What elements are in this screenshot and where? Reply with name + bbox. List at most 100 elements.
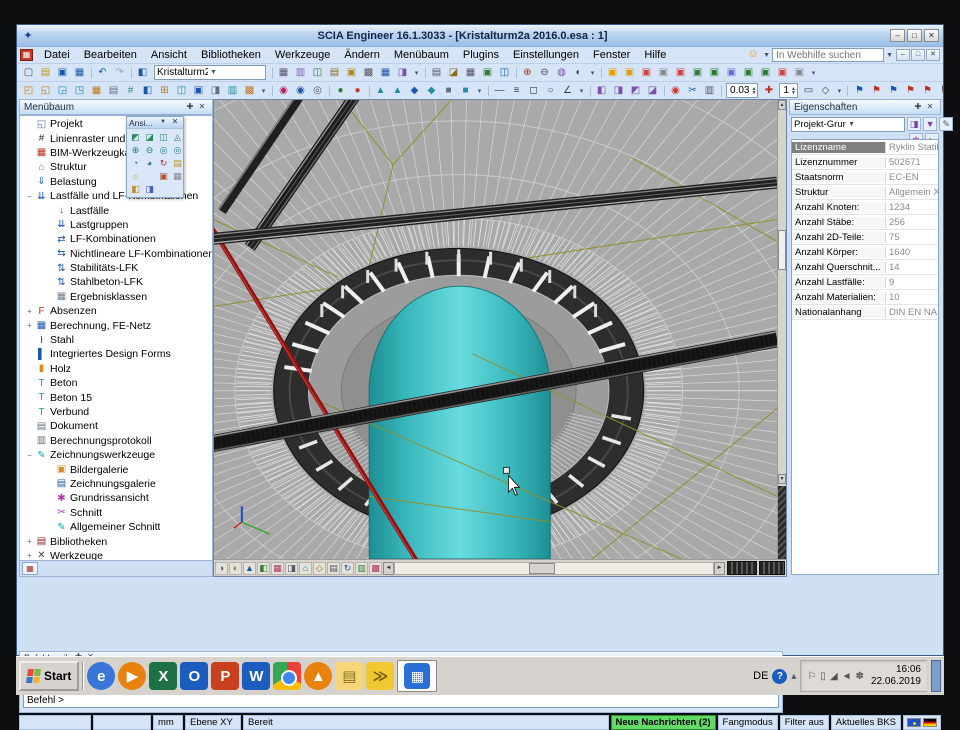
layer-toggle-icon[interactable]: ▣ (604, 65, 621, 81)
tree-expander[interactable]: + (24, 551, 35, 560)
property-value[interactable]: 10 (886, 292, 938, 303)
load-panel-icon[interactable]: ▩ (241, 83, 258, 99)
export-icon[interactable]: ◫ (496, 65, 513, 81)
property-value[interactable]: 75 (886, 232, 938, 243)
language-indicator[interactable]: DE (753, 670, 768, 682)
zoom-window-icon[interactable]: ◎ (157, 144, 170, 156)
ucs-move-icon[interactable]: ◨ (610, 83, 627, 99)
zoom-out-icon[interactable]: ⊖ (143, 144, 156, 156)
loadcase-flag-icon[interactable]: ⚑ (868, 83, 885, 99)
toolbar-icon[interactable] (718, 83, 724, 99)
property-row[interactable]: Nationalanhang DIN EN NA (Deutschland) (792, 305, 938, 320)
print-icon[interactable]: ▤ (428, 65, 445, 81)
pan-view-icon[interactable]: ▤ (171, 157, 184, 169)
project-data-icon[interactable]: ▦ (275, 65, 292, 81)
menu-item[interactable]: Fenster (586, 48, 637, 62)
redo-icon[interactable]: ↷ (111, 65, 128, 81)
numbering-icon[interactable]: ▤ (327, 562, 340, 575)
column-tool-icon[interactable]: ◲ (54, 83, 71, 99)
overflow-icon[interactable]: ▾ (834, 83, 845, 99)
restore-button[interactable]: □ (907, 29, 922, 42)
tree-item[interactable]: ✎ Allgemeiner Schnitt (20, 520, 212, 534)
labels-icon[interactable]: ◇ (313, 562, 326, 575)
zoom-in-icon[interactable]: ⊕ (129, 144, 142, 156)
tree-item[interactable]: ▤ Dokument (20, 419, 212, 433)
excel-icon[interactable]: X (149, 662, 177, 690)
select-workplane-icon[interactable]: ◆ (423, 83, 440, 99)
property-value[interactable]: 14 (886, 262, 938, 273)
view-axo-icon[interactable]: ◬ (171, 131, 184, 143)
support-toggle-icon[interactable]: ▣ (723, 65, 740, 81)
node-tool-icon[interactable]: ◰ (20, 83, 37, 99)
filter-layers-icon[interactable]: ◨ (907, 117, 921, 131)
mdi-document-icon[interactable]: ▦ (20, 49, 33, 61)
property-value[interactable]: Ryklin Statik (886, 142, 938, 153)
menu-item[interactable]: Ändern (337, 48, 386, 62)
tree-item[interactable]: + ✕ Werkzeuge (20, 549, 212, 561)
action-center-icon[interactable]: ✽ (856, 671, 864, 682)
circle-tool-icon[interactable]: ○ (542, 83, 559, 99)
select-poly-icon[interactable]: ◆ (406, 83, 423, 99)
zoom-previous-icon[interactable]: ◕ (143, 157, 156, 169)
chrome-icon[interactable] (273, 662, 301, 690)
floating-toolbar-header[interactable]: Ansi... ▼ ✕ (127, 117, 183, 129)
3d-scene[interactable] (214, 100, 777, 559)
scrollbar-thumb[interactable] (529, 563, 555, 574)
clean-icon[interactable]: ◐ (570, 65, 587, 81)
tray-expand-icon[interactable]: ▴ (791, 671, 796, 682)
close-icon[interactable]: ✕ (196, 102, 208, 113)
menu-item[interactable]: Plugins (456, 48, 506, 62)
undo-icon[interactable]: ↶ (94, 65, 111, 81)
menu-item[interactable]: Ansicht (144, 48, 194, 62)
tree-item[interactable]: ⇊ Lastgruppen (20, 218, 212, 232)
member-recognition-icon[interactable]: ◎ (309, 83, 326, 99)
mesh-toggle-icon[interactable]: ▣ (706, 65, 723, 81)
overflow-icon[interactable]: ▾ (474, 83, 485, 99)
internet-explorer-icon[interactable]: e (87, 662, 115, 690)
mesh-toggle-icon[interactable]: ▣ (689, 65, 706, 81)
copy-icon[interactable]: ▤ (326, 65, 343, 81)
property-value[interactable]: EC-EN (886, 172, 938, 183)
save-file-icon[interactable]: ▣ (54, 65, 71, 81)
beam-tool-icon[interactable]: ◱ (37, 83, 54, 99)
scroll-up-icon[interactable]: ▲ (778, 100, 786, 110)
tree-tab-icon[interactable]: ▦ (22, 562, 38, 575)
print-view-icon[interactable]: ▥ (355, 562, 368, 575)
perspective-icon[interactable]: ◧ (257, 562, 270, 575)
hinge-tool-icon[interactable]: ▥ (224, 83, 241, 99)
axonometric-icon[interactable]: ▦ (271, 562, 284, 575)
cut-tool-icon[interactable]: ✂ (684, 83, 701, 99)
property-row[interactable]: Anzahl Materialien: 10 (792, 290, 938, 305)
tree-item[interactable]: ⇆ Nichtlineare LF-Kombinationen (20, 247, 212, 261)
member-toggle-icon[interactable]: ▣ (672, 65, 689, 81)
clock[interactable]: 16:06 22.06.2019 (867, 664, 921, 688)
scale-spinner[interactable]: 0.03 ▲▼ (726, 83, 758, 98)
tree-item[interactable]: ▮ Holz (20, 362, 212, 376)
property-value[interactable]: 9 (886, 277, 938, 288)
grid-tool-icon[interactable]: # (122, 83, 139, 99)
tree-item[interactable]: ▌ Integriertes Design Forms (20, 347, 212, 361)
view-x-icon[interactable]: ◩ (129, 131, 142, 143)
menu-tree-header[interactable]: Menübaum ✚ ✕ (19, 99, 213, 115)
scroll-down-icon[interactable]: ▼ (778, 474, 786, 484)
layer-filter-icon[interactable]: ▭ (800, 83, 817, 99)
tree-item[interactable]: T Beton 15 (20, 390, 212, 404)
scia-launcher-icon[interactable]: ≫ (366, 662, 394, 690)
new-file-icon[interactable]: ▢ (20, 65, 37, 81)
filter-icon[interactable]: ▼ (923, 117, 937, 131)
dot-grid-icon[interactable]: ◉ (667, 83, 684, 99)
tree-item[interactable]: + F Absenzen (20, 304, 212, 318)
plate-tool-icon[interactable]: ◳ (71, 83, 88, 99)
raster-icon[interactable]: ▥ (701, 83, 718, 99)
library-icon[interactable]: ▩ (360, 65, 377, 81)
haunch-tool-icon[interactable]: ◫ (173, 83, 190, 99)
layer-toggle-icon[interactable]: ▣ (621, 65, 638, 81)
property-row[interactable]: Lizenznummer 502671 (792, 155, 938, 170)
loadcase-flag-icon[interactable]: ⚑ (919, 83, 936, 99)
3d-viewport[interactable]: ▲ ▼ ◑◐▲◧▦◨⌂◇▤↻▥▩ ◄ ► (213, 99, 787, 577)
power-icon[interactable]: ▯ (820, 671, 826, 682)
property-value[interactable]: 256 (886, 217, 938, 228)
layer-spinner[interactable]: 1 ▲▼ (779, 83, 798, 98)
close-project-icon[interactable]: ◧ (134, 65, 151, 81)
close-icon[interactable]: ✕ (924, 102, 936, 113)
